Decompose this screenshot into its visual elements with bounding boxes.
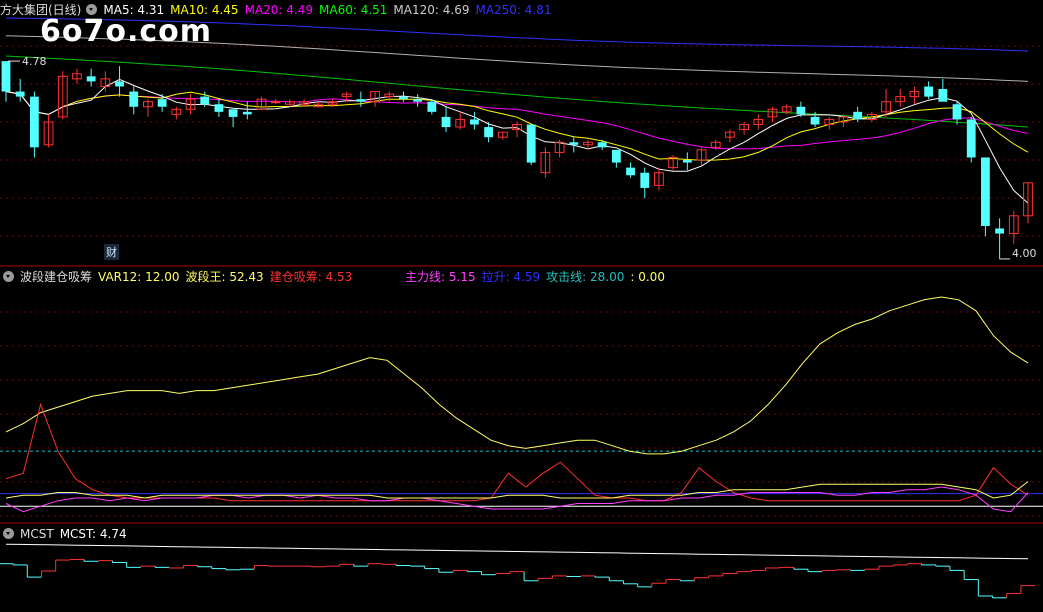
mcst-line bbox=[5, 543, 1029, 560]
indicator-value-label: MA250: 4.81 bbox=[475, 3, 552, 17]
boduanwang-line bbox=[5, 296, 1029, 455]
indicator-value-label: MCST: 4.74 bbox=[59, 527, 127, 541]
candle-body bbox=[427, 101, 437, 112]
low-price-label: 4.00 bbox=[1012, 247, 1037, 260]
indicator-title: 波段建仓吸筹 bbox=[20, 270, 93, 284]
candle-body bbox=[129, 91, 139, 107]
high-price-label: 4.78 bbox=[22, 55, 47, 68]
candle-body bbox=[682, 160, 692, 163]
financial-event-badge[interactable]: 财 bbox=[104, 244, 119, 260]
candle-body bbox=[29, 96, 39, 148]
candle-body bbox=[242, 111, 252, 115]
zhuli-line bbox=[5, 486, 1029, 513]
candle-body bbox=[356, 99, 366, 102]
candle-body bbox=[924, 86, 934, 97]
candle-body bbox=[399, 96, 408, 100]
indicator-value-label: MA120: 4.69 bbox=[393, 3, 470, 17]
indicator-value-label: 拉升: 4.59 bbox=[481, 270, 541, 284]
candle-body bbox=[115, 81, 124, 87]
indicator-panel-header-right: 主力线: 5.15 拉升: 4.59 攻击线: 28.00 : 0.00 bbox=[405, 268, 677, 286]
indicator-value-label: VAR12: 12.00 bbox=[98, 270, 180, 284]
candle-body bbox=[611, 149, 621, 163]
candle-body bbox=[640, 172, 650, 188]
gongji-line bbox=[5, 481, 1029, 499]
indicator-value-label: MA60: 4.51 bbox=[319, 3, 388, 17]
candle-body bbox=[626, 167, 635, 176]
candle-body bbox=[853, 111, 863, 120]
indicator-panel-header: 波段建仓吸筹 VAR12: 12.00 波段王: 52.43 建仓吸筹: 4.53 bbox=[0, 268, 364, 286]
candle-body bbox=[214, 104, 224, 112]
mcst-panel-header: MCST MCST: 4.74 bbox=[0, 525, 139, 543]
candle-body bbox=[995, 228, 1005, 234]
candle-body bbox=[15, 91, 25, 97]
candle-body bbox=[470, 119, 479, 125]
candle-body bbox=[270, 101, 281, 104]
indicator-value-label: 波段王: 52.43 bbox=[185, 270, 264, 284]
candle-body bbox=[981, 157, 990, 226]
indicator-value-label: MA20: 4.49 bbox=[244, 3, 313, 17]
candle-body bbox=[810, 116, 820, 125]
indicator-value-label: 攻击线: 28.00 bbox=[546, 270, 625, 284]
indicator-value-label: 建仓吸筹: 4.53 bbox=[269, 270, 353, 284]
candle-body bbox=[484, 127, 494, 138]
watermark-logo: 6o7o.com bbox=[40, 14, 213, 49]
jiancang-line bbox=[5, 402, 1029, 502]
indicator-value-label: 主力线: 5.15 bbox=[405, 270, 476, 284]
candle-body bbox=[157, 99, 167, 107]
candle-body bbox=[200, 96, 210, 105]
indicator-value-label: : 0.00 bbox=[630, 270, 665, 284]
candle-body bbox=[597, 142, 607, 148]
candle-body bbox=[1, 61, 11, 92]
candle-body bbox=[86, 76, 96, 82]
candle-body bbox=[938, 89, 948, 102]
mcst-title: MCST bbox=[20, 527, 54, 541]
stock-chart-canvas[interactable] bbox=[0, 0, 1043, 612]
indicator-menu-icon[interactable] bbox=[3, 271, 14, 282]
candle-body bbox=[441, 116, 451, 128]
candle-body bbox=[952, 104, 962, 120]
indicator-menu-icon[interactable] bbox=[3, 528, 14, 539]
candle-body bbox=[413, 99, 423, 102]
candle-body bbox=[796, 106, 806, 115]
candle-body bbox=[526, 124, 536, 163]
candle-body bbox=[569, 142, 579, 145]
candle-body bbox=[228, 109, 238, 117]
candle-body bbox=[966, 119, 976, 158]
